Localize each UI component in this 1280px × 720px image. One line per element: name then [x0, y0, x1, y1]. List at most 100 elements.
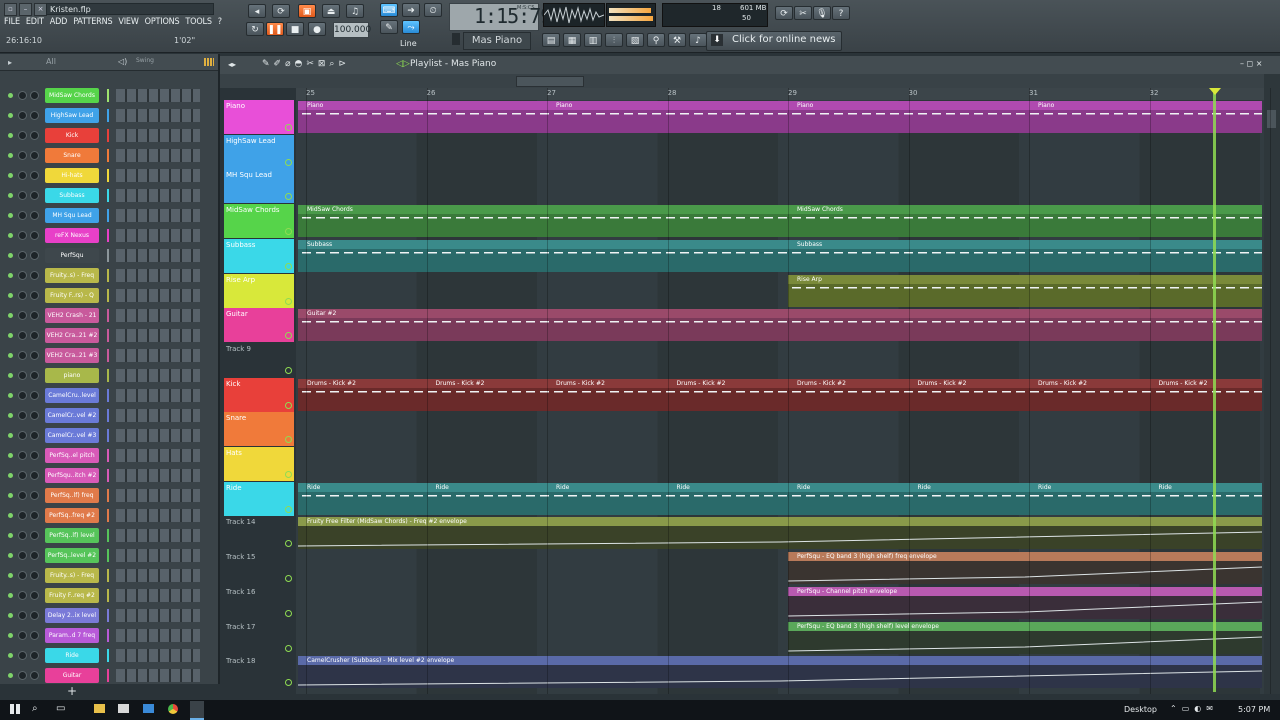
step-sequencer[interactable]: [116, 129, 200, 142]
pan-knob[interactable]: [18, 91, 27, 100]
channel-select-bar[interactable]: [107, 89, 109, 102]
step-sequencer[interactable]: [116, 389, 200, 402]
channel-row[interactable]: Hi-hats: [0, 166, 208, 186]
track-mute-led[interactable]: [285, 366, 292, 374]
playlist-clip[interactable]: Rise Arp: [788, 274, 1262, 307]
desktop-label[interactable]: Desktop: [1124, 705, 1157, 714]
rack-filter[interactable]: All: [46, 57, 56, 66]
channel-mute-led[interactable]: [8, 493, 13, 498]
tools-icon[interactable]: ⚒: [668, 33, 686, 47]
channel-rack-icon[interactable]: ▥: [584, 33, 602, 47]
track-mute-led[interactable]: [285, 124, 292, 131]
playlist-clip[interactable]: Guitar #2: [298, 309, 1262, 342]
channel-select-bar[interactable]: [107, 269, 109, 282]
track-header[interactable]: Hats: [224, 447, 294, 481]
pan-knob[interactable]: [18, 391, 27, 400]
clip-title[interactable]: Drums - Kick #2: [668, 379, 787, 388]
channel-mute-led[interactable]: [8, 513, 13, 518]
channel-name-button[interactable]: PerfSqu..itch #2: [45, 468, 99, 483]
track-mute-led[interactable]: [285, 505, 292, 513]
pan-knob[interactable]: [18, 451, 27, 460]
step-sequencer[interactable]: [116, 409, 200, 422]
pan-knob[interactable]: [18, 171, 27, 180]
menu-item-edit[interactable]: EDIT: [26, 17, 44, 27]
volume-knob[interactable]: [30, 511, 39, 520]
channel-mute-led[interactable]: [8, 433, 13, 438]
clip-title[interactable]: MidSaw Chords: [788, 205, 897, 214]
pan-knob[interactable]: [18, 131, 27, 140]
volume-knob[interactable]: [30, 291, 39, 300]
track-mute-led[interactable]: [285, 228, 292, 236]
channel-mute-led[interactable]: [8, 293, 13, 298]
channel-row[interactable]: MH Squ Lead: [0, 206, 208, 226]
pattern-selector[interactable]: Mas Piano: [463, 32, 531, 50]
channel-row[interactable]: Subbass: [0, 186, 208, 206]
volume-knob[interactable]: [30, 271, 39, 280]
track-header[interactable]: Track 14: [224, 516, 294, 550]
task-view-icon[interactable]: ▭: [56, 703, 65, 714]
volume-knob[interactable]: [30, 591, 39, 600]
channel-mute-led[interactable]: [8, 593, 13, 598]
fl-studio-taskbar-icon[interactable]: [190, 701, 204, 720]
channel-row[interactable]: Fruity..s) - Freq: [0, 566, 208, 586]
step-sequencer[interactable]: [116, 309, 200, 322]
channel-select-bar[interactable]: [107, 349, 109, 362]
step-sequencer[interactable]: [116, 629, 200, 642]
pan-knob[interactable]: [18, 651, 27, 660]
menu-item-options[interactable]: OPTIONS: [145, 17, 180, 27]
pan-knob[interactable]: [18, 371, 27, 380]
typing-keyboard-icon[interactable]: ⌨: [380, 3, 398, 17]
playlist-clip[interactable]: Subbass: [298, 239, 1262, 272]
channel-select-bar[interactable]: [107, 149, 109, 162]
channel-name-button[interactable]: Kick: [45, 128, 99, 143]
track-header[interactable]: Track 9: [224, 343, 294, 377]
channel-name-button[interactable]: Fruity..s) - Freq: [45, 268, 99, 283]
pan-knob[interactable]: [18, 431, 27, 440]
channel-row[interactable]: Ride: [0, 646, 208, 666]
track-mute-led[interactable]: [285, 575, 292, 583]
step-sequencer[interactable]: [116, 89, 200, 102]
step-sequencer[interactable]: [116, 509, 200, 522]
playlist-icon[interactable]: ▤: [542, 33, 560, 47]
horizontal-scrollbar[interactable]: [516, 76, 584, 87]
channel-select-bar[interactable]: [107, 509, 109, 522]
channel-select-bar[interactable]: [107, 249, 109, 262]
ruler-bar-number[interactable]: 27: [547, 89, 556, 97]
channel-select-bar[interactable]: [107, 129, 109, 142]
menu-item-help[interactable]: ?: [218, 17, 222, 27]
channel-mute-led[interactable]: [8, 333, 13, 338]
track-header[interactable]: Rise Arp: [224, 273, 294, 308]
channel-name-button[interactable]: VEH2 Crash - 21: [45, 308, 99, 323]
record-options-button[interactable]: ▣: [298, 4, 316, 18]
volume-knob[interactable]: [30, 111, 39, 120]
volume-knob[interactable]: [30, 451, 39, 460]
channel-select-bar[interactable]: [107, 649, 109, 662]
channel-select-bar[interactable]: [107, 389, 109, 402]
channel-select-bar[interactable]: [107, 629, 109, 642]
arrow-icon[interactable]: ➜: [402, 3, 420, 17]
channel-row[interactable]: Kick: [0, 126, 208, 146]
pencil-mode-icon[interactable]: ✎: [380, 20, 398, 34]
channel-mute-led[interactable]: [8, 193, 13, 198]
clip-title[interactable]: Drums - Kick #2: [1150, 379, 1269, 388]
clip-title[interactable]: Drums - Kick #2: [427, 379, 546, 388]
piano-roll-icon[interactable]: ▦: [563, 33, 581, 47]
channel-row[interactable]: PerfSq..freq #2: [0, 506, 208, 526]
channel-mute-led[interactable]: [8, 353, 13, 358]
channel-row[interactable]: Param..d 7 freq: [0, 626, 208, 646]
clip-title[interactable]: Piano: [547, 101, 656, 110]
vertical-scrollbar[interactable]: [1264, 74, 1280, 694]
channel-select-bar[interactable]: [107, 549, 109, 562]
channel-name-button[interactable]: PerfSq..el pitch: [45, 448, 99, 463]
volume-knob[interactable]: [30, 431, 39, 440]
clip-title[interactable]: Ride: [1150, 483, 1269, 492]
step-sequencer[interactable]: [116, 329, 200, 342]
step-sequencer[interactable]: [116, 469, 200, 482]
channel-name-button[interactable]: PerfSq..freq #2: [45, 508, 99, 523]
ruler-bar-number[interactable]: 30: [909, 89, 918, 97]
pan-knob[interactable]: [18, 471, 27, 480]
playlist-clip[interactable]: CamelCrusher (Subbass) - Mix level #2 en…: [298, 656, 1262, 689]
channel-row[interactable]: Guitar: [0, 666, 208, 686]
track-header[interactable]: MH Squ Lead: [224, 169, 294, 204]
pan-knob[interactable]: [18, 511, 27, 520]
